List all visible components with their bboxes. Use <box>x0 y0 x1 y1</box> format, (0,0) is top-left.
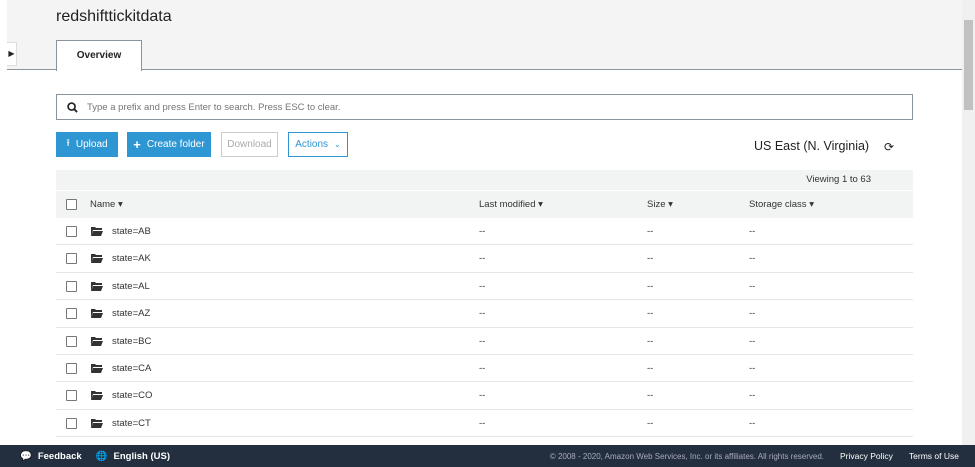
last-modified: -- <box>479 253 486 265</box>
last-modified: -- <box>479 335 486 347</box>
column-name[interactable]: Name ▾ <box>90 191 123 218</box>
row-checkbox[interactable] <box>66 226 77 237</box>
folder-name-link[interactable]: state=AB <box>112 218 151 245</box>
size: -- <box>647 335 654 347</box>
size: -- <box>647 308 654 320</box>
row-checkbox[interactable] <box>66 280 77 292</box>
size: -- <box>647 390 654 402</box>
table-row[interactable]: state=BC -- -- -- <box>56 328 913 355</box>
folder-name-link[interactable]: state=AL <box>112 273 150 300</box>
table-row[interactable]: state=AL -- -- -- <box>56 273 913 301</box>
storage-class: -- <box>749 335 756 347</box>
table-row[interactable]: state=AB -- -- -- <box>56 218 913 246</box>
tab-overview[interactable]: Overview <box>56 40 142 71</box>
storage-class: -- <box>749 417 756 429</box>
size: -- <box>647 226 654 237</box>
last-modified: -- <box>479 280 486 292</box>
column-size[interactable]: Size ▾ <box>647 191 673 218</box>
folder-name-link[interactable]: state=CO <box>112 382 152 409</box>
upload-button[interactable]: ⭱ Upload <box>56 132 118 157</box>
storage-class: -- <box>749 363 756 374</box>
table-row[interactable]: state=AZ -- -- -- <box>56 300 913 328</box>
folder-icon <box>91 364 103 373</box>
search-input[interactable] <box>87 101 912 113</box>
row-checkbox[interactable] <box>66 308 77 320</box>
upload-icon: ⭱ <box>66 138 70 149</box>
row-checkbox[interactable] <box>66 335 77 347</box>
folder-icon <box>91 309 103 319</box>
folder-name-link[interactable]: state=AK <box>112 245 151 272</box>
folder-icon <box>91 227 103 236</box>
create-folder-button[interactable]: + Create folder <box>127 132 211 157</box>
select-all-checkbox[interactable] <box>66 199 77 210</box>
scrollbar[interactable] <box>962 0 975 445</box>
footer: 💬 Feedback 🌐 English (US) © 2008 - 2020,… <box>0 445 975 467</box>
folder-icon <box>91 418 103 428</box>
table-row[interactable]: state=AK -- -- -- <box>56 245 913 273</box>
folder-name-link[interactable]: state=BC <box>112 328 151 355</box>
refresh-icon[interactable]: ⟳ <box>884 140 894 154</box>
plus-icon: + <box>133 137 141 152</box>
folder-icon <box>91 336 103 346</box>
chevron-down-icon: ⌄ <box>334 140 341 149</box>
sidebar-toggle[interactable]: ▶ <box>7 42 17 66</box>
storage-class: -- <box>749 226 756 237</box>
last-modified: -- <box>479 417 486 429</box>
size: -- <box>647 417 654 429</box>
folder-icon <box>91 391 103 401</box>
scrollbar-thumb[interactable] <box>964 20 973 110</box>
folder-name-link[interactable]: state=CT <box>112 410 151 437</box>
folder-name-link[interactable]: state=CA <box>112 355 151 382</box>
column-storage-class[interactable]: Storage class ▾ <box>749 191 814 218</box>
row-checkbox[interactable] <box>66 390 77 402</box>
privacy-policy-link[interactable]: Privacy Policy <box>840 451 893 461</box>
pagination: Viewing 1 to 63 <box>56 170 913 190</box>
region-label: US East (N. Virginia) <box>754 139 870 153</box>
storage-class: -- <box>749 253 756 265</box>
search-icon <box>67 101 78 113</box>
globe-icon: 🌐 <box>95 450 108 462</box>
row-checkbox[interactable] <box>66 253 77 265</box>
feedback-link[interactable]: Feedback <box>38 451 82 462</box>
storage-class: -- <box>749 308 756 320</box>
page-title: redshifttickitdata <box>56 8 172 25</box>
folder-icon <box>91 281 103 291</box>
search-box[interactable] <box>56 94 913 120</box>
last-modified: -- <box>479 308 486 320</box>
table-row[interactable]: state=CT -- -- -- <box>56 410 913 438</box>
feedback-icon: 💬 <box>20 450 32 462</box>
caret-right-icon: ▶ <box>8 49 15 58</box>
size: -- <box>647 363 654 374</box>
folder-icon <box>91 254 103 264</box>
folder-name-link[interactable]: state=AZ <box>112 300 150 327</box>
terms-of-use-link[interactable]: Terms of Use <box>909 451 959 461</box>
size: -- <box>647 280 654 292</box>
row-checkbox[interactable] <box>66 417 77 429</box>
table-header: Name ▾ Last modified ▾ Size ▾ Storage cl… <box>56 191 913 218</box>
table-row[interactable]: state=CO -- -- -- <box>56 382 913 410</box>
copyright: © 2008 - 2020, Amazon Web Services, Inc.… <box>549 451 825 461</box>
size: -- <box>647 253 654 265</box>
last-modified: -- <box>479 226 486 237</box>
table-row[interactable]: state=CA -- -- -- <box>56 355 913 383</box>
storage-class: -- <box>749 390 756 402</box>
actions-dropdown[interactable]: Actions ⌄ <box>288 132 348 157</box>
download-button[interactable]: Download <box>221 132 278 157</box>
storage-class: -- <box>749 280 756 292</box>
column-last-modified[interactable]: Last modified ▾ <box>479 191 543 218</box>
last-modified: -- <box>479 390 486 402</box>
language-selector[interactable]: English (US) <box>114 451 170 462</box>
last-modified: -- <box>479 363 486 374</box>
row-checkbox[interactable] <box>66 363 77 374</box>
